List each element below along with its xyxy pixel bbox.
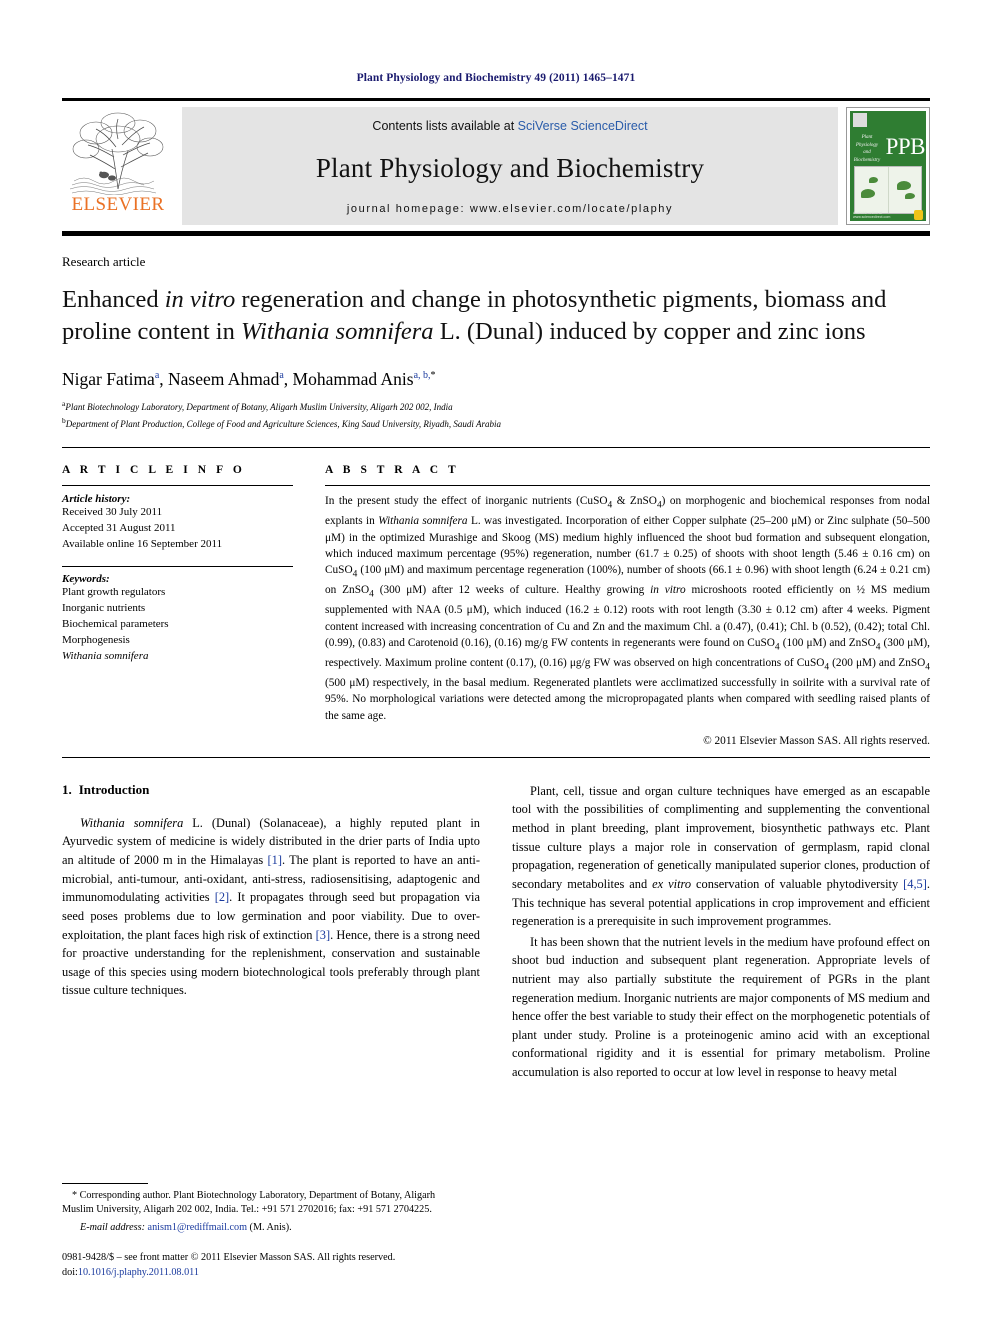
journal-cover-thumbnail: Plant Physiology and Biochemistry PPB Av… xyxy=(846,107,930,225)
article-history-accepted: Accepted 31 August 2011 xyxy=(62,522,176,535)
affiliation-b: bDepartment of Plant Production, College… xyxy=(62,415,930,432)
article-type: Research article xyxy=(62,254,146,269)
email-label: E-mail address: xyxy=(80,1221,145,1233)
article-info-column: A R T I C L E I N F O Article history: R… xyxy=(62,464,317,747)
keyword-item: Morphogenesis xyxy=(62,633,130,646)
leaf-icon xyxy=(896,181,911,190)
article-info-heading: A R T I C L E I N F O xyxy=(62,464,246,477)
cover-figure-right xyxy=(889,167,922,213)
title-italic-1: in vitro xyxy=(164,286,236,313)
sciencedirect-link[interactable]: SciVerse ScienceDirect xyxy=(518,119,648,133)
author-2-name[interactable]: Naseem Ahmad xyxy=(168,369,279,389)
author-sep-2: , xyxy=(283,368,293,389)
title-italic-2: Withania somnifera xyxy=(240,318,434,346)
corresponding-author-email-line: E-mail address: anism1@rediffmail.com (M… xyxy=(62,1221,462,1235)
abstract-column: A B S T R A C T In the present study the… xyxy=(317,464,930,747)
contents-available-line: Contents lists available at SciVerse Sci… xyxy=(372,119,647,133)
cover-figure-left xyxy=(855,167,889,213)
cover-footer: Available online at www.sciencedirect.co… xyxy=(853,209,923,220)
keywords-block: Keywords: Plant growth regulators Inorga… xyxy=(62,566,293,665)
footnote-block: * Corresponding author. Plant Biotechnol… xyxy=(62,1182,462,1281)
abstract-text: In the present study the effect of inorg… xyxy=(325,495,931,722)
imprint-block: 0981-9428/$ – see front matter © 2011 El… xyxy=(62,1251,462,1281)
leaf-icon xyxy=(861,189,875,198)
corresponding-author-note: * Corresponding author. Plant Biotechnol… xyxy=(62,1189,436,1216)
doi-label: doi: xyxy=(62,1267,78,1279)
cover-ppb-letters: PPB xyxy=(885,134,926,159)
article-history-online: Available online 16 September 2011 xyxy=(62,538,223,551)
author-1-name[interactable]: Nigar Fatima xyxy=(62,369,155,389)
elsevier-wordmark: ELSEVIER xyxy=(71,194,165,215)
corresponding-author-marker: * xyxy=(430,369,436,381)
journal-homepage-link[interactable]: journal homepage: www.elsevier.com/locat… xyxy=(347,203,673,215)
masthead-bottom-rule xyxy=(62,231,930,236)
affiliation-a-text: Plant Biotechnology Laboratory, Departme… xyxy=(65,401,453,412)
keyword-item: Biochemical parameters xyxy=(62,618,169,631)
article-history-label: Article history: xyxy=(62,493,131,506)
journal-title: Plant Physiology and Biochemistry xyxy=(315,152,705,183)
cover-society-logo xyxy=(913,209,923,220)
article-history-received: Received 30 July 2011 xyxy=(62,506,163,519)
abstract-bottom-rule xyxy=(62,756,930,758)
affiliation-b-text: Department of Plant Production, College … xyxy=(65,418,501,429)
intro-paragraph-2: Plant, cell, tissue and organ culture te… xyxy=(512,783,930,929)
cover-journal-name: Plant Physiology and Biochemistry xyxy=(852,134,882,164)
elsevier-logo: ELSEVIER xyxy=(62,107,174,225)
abstract-copyright: © 2011 Elsevier Masson SAS. All rights r… xyxy=(703,734,930,747)
keyword-item: Plant growth regulators xyxy=(62,586,166,599)
imprint-issn-line: 0981-9428/$ – see front matter © 2011 El… xyxy=(62,1252,396,1264)
body-columns: 1. Introduction Withania somnifera L. (Du… xyxy=(62,782,930,1084)
body-right-column: Plant, cell, tissue and organ culture te… xyxy=(512,782,930,1084)
running-head: Plant Physiology and Biochemistry 49 (20… xyxy=(356,72,636,84)
doi-link[interactable]: 10.1016/j.plaphy.2011.08.011 xyxy=(78,1267,199,1278)
keyword-item-species: Withania somnifera xyxy=(62,649,149,662)
cover-line-2: Physiology xyxy=(855,142,879,148)
elsevier-tree-icon xyxy=(66,109,170,195)
cover-line-1: Plant xyxy=(861,135,873,140)
intro-paragraph-1: Withania somnifera L. (Dunal) (Solanacea… xyxy=(62,815,481,998)
cover-figure xyxy=(854,166,922,214)
leaf-icon xyxy=(904,193,915,199)
imprint-doi-line: doi:10.1016/j.plaphy.2011.08.011 xyxy=(62,1266,462,1281)
email-link[interactable]: anism1@rediffmail.com xyxy=(148,1222,247,1233)
journal-article-page: Plant Physiology and Biochemistry 49 (20… xyxy=(0,0,992,1323)
section-title: Introduction xyxy=(78,781,150,797)
info-abstract-block: A R T I C L E I N F O Article history: R… xyxy=(62,448,930,747)
affiliation-list: aPlant Biotechnology Laboratory, Departm… xyxy=(62,398,930,432)
affiliation-a: aPlant Biotechnology Laboratory, Departm… xyxy=(62,398,930,415)
abstract-top-rule xyxy=(325,485,930,487)
author-3-affil-mark: a, b, xyxy=(413,369,431,381)
contents-prefix: Contents lists available at xyxy=(372,119,518,133)
masthead: ELSEVIER Contents lists available at Sci… xyxy=(62,98,930,225)
keyword-item: Inorganic nutrients xyxy=(62,602,146,615)
author-list: Nigar Fatimaa, Naseem Ahmada, Mohammad A… xyxy=(62,369,930,390)
author-3-name[interactable]: Mohammad Anis xyxy=(293,369,414,389)
title-part-3: L. (Dunal) induced by copper and zinc io… xyxy=(433,318,866,346)
article-info-top-rule xyxy=(62,485,293,487)
cover-publisher-mark xyxy=(853,113,867,127)
keywords-top-rule xyxy=(62,566,293,568)
page-title: Enhanced in vitro regeneration and chang… xyxy=(62,284,930,349)
section-heading-introduction: 1. Introduction xyxy=(62,782,480,798)
keywords-label: Keywords: xyxy=(62,573,110,586)
leaf-icon xyxy=(869,177,878,183)
masthead-center-panel: Contents lists available at SciVerse Sci… xyxy=(182,107,838,225)
cover-line-3: and xyxy=(863,150,871,155)
cover-line-4: Biochemistry xyxy=(853,157,881,163)
footnote-rule xyxy=(62,1182,148,1184)
author-sep-1: , xyxy=(159,368,169,389)
email-owner: (M. Anis). xyxy=(249,1221,292,1233)
abstract-heading: A B S T R A C T xyxy=(325,464,460,477)
cover-footer-text: Available online at www.sciencedirect.co… xyxy=(853,210,891,219)
section-number: 1. xyxy=(62,781,72,797)
intro-paragraph-3: It has been shown that the nutrient leve… xyxy=(512,934,930,1080)
title-part-1: Enhanced xyxy=(62,286,165,313)
body-left-column: 1. Introduction Withania somnifera L. (Du… xyxy=(62,782,480,1084)
